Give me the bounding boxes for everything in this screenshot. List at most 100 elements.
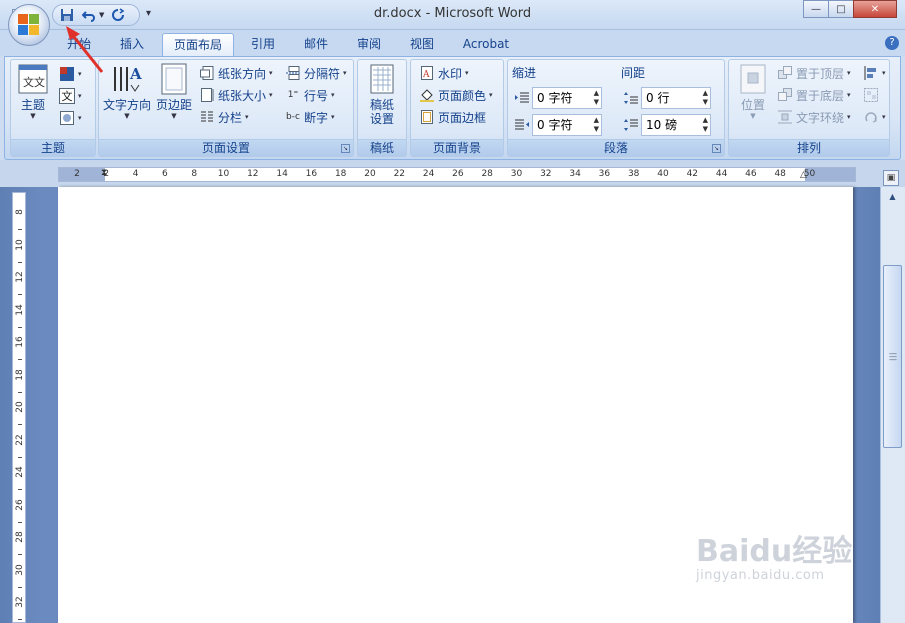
indent-marker-icon[interactable]: ⧗ <box>101 168 107 178</box>
align-icon <box>863 65 879 81</box>
margins-button[interactable]: 页边距 ▼ <box>155 63 193 120</box>
spacing-after-icon <box>623 117 639 133</box>
indent-left-spinner: 0 字符 ▲ ▼ <box>514 87 602 109</box>
group-manuscript: 稿纸 设置 稿纸 <box>357 59 407 157</box>
maximize-button[interactable]: □ <box>828 0 854 18</box>
theme-effects-icon <box>59 110 75 126</box>
send-to-back-button[interactable]: 置于底层 ▾ <box>777 85 851 105</box>
position-button[interactable]: 位置 ▼ <box>733 63 773 120</box>
position-icon <box>737 63 769 95</box>
minimize-button[interactable]: — <box>803 0 829 18</box>
line-numbers-icon: 1⁼ <box>287 90 299 100</box>
ruler-tick: 28 <box>481 169 493 179</box>
tab-view[interactable]: 视图 <box>403 33 441 56</box>
ruler-tick: 16 <box>15 336 25 348</box>
paragraph-dialog-launcher-icon[interactable]: ↘ <box>712 144 721 153</box>
watermark-button[interactable]: A 水印 ▾ <box>419 63 469 83</box>
margins-label: 页边距 <box>155 98 192 112</box>
ruler-tick: 24 <box>422 169 435 179</box>
themes-label: 主题 <box>20 98 45 112</box>
indent-left-icon <box>514 90 530 106</box>
rotate-button[interactable]: ▾ <box>863 107 886 127</box>
ruler-tick: 8 <box>191 169 198 179</box>
ruler-tick: 4 <box>132 169 139 179</box>
window-title: dr.docx - Microsoft Word <box>373 6 532 21</box>
tab-insert[interactable]: 插入 <box>112 33 152 56</box>
office-logo-icon <box>18 14 40 36</box>
group-objects-button[interactable] <box>863 85 879 105</box>
vertical-scrollbar[interactable]: ▲ — — — <box>880 187 905 623</box>
ruler-tick: 16 <box>305 169 318 179</box>
spacing-after-field[interactable]: 10 磅 ▲ ▼ <box>641 114 711 136</box>
theme-fonts-button[interactable]: 文 ▾ <box>59 86 82 106</box>
tab-references[interactable]: 引用 <box>244 33 282 56</box>
ruler-tick: 28 <box>15 531 25 543</box>
size-button[interactable]: 纸张大小 ▾ <box>199 85 273 105</box>
paint-bucket-icon <box>419 87 435 103</box>
right-indent-marker-icon[interactable]: △ <box>800 170 807 180</box>
title-bar: ▼ ▾ dr.docx - Microsoft Word — □ ✕ <box>0 0 905 30</box>
tab-page-layout[interactable]: 页面布局 <box>162 33 234 56</box>
ruler-tick: 42 <box>686 169 699 179</box>
ruler-tick-mark <box>18 554 22 555</box>
manuscript-icon <box>366 63 398 95</box>
orientation-button[interactable]: 纸张方向 ▾ <box>199 63 273 83</box>
ruler-tick: 26 <box>15 498 25 511</box>
align-button[interactable]: ▾ <box>863 63 886 83</box>
ruler-tick: 8 <box>15 209 25 215</box>
ruler-tick: 36 <box>598 169 611 179</box>
spacing-after-spinner: 10 磅 ▲ ▼ <box>623 114 711 136</box>
text-wrapping-button[interactable]: 文字环绕 ▾ <box>777 107 851 127</box>
breaks-button[interactable]: 分隔符 ▾ <box>285 63 347 83</box>
tab-review[interactable]: 审阅 <box>350 33 388 56</box>
indent-right-field[interactable]: 0 字符 ▲ ▼ <box>532 114 602 136</box>
spacing-before-field[interactable]: 0 行 ▲ ▼ <box>641 87 711 109</box>
ruler-tick: 20 <box>15 401 25 413</box>
scroll-up-icon[interactable]: ▲ <box>884 189 901 205</box>
ruler-tick-mark <box>18 521 22 523</box>
ruler-tick: 32 <box>15 596 25 608</box>
indent-heading: 缩进 <box>512 66 537 80</box>
help-icon[interactable]: ? <box>885 36 899 50</box>
ruler-tick: 32 <box>540 169 552 179</box>
hyphenation-button[interactable]: b-c 断字 ▾ <box>285 107 335 127</box>
page-borders-button[interactable]: 页面边框 <box>419 107 486 127</box>
bring-to-front-button[interactable]: 置于顶层 ▾ <box>777 63 851 83</box>
ruler-tick: 40 <box>657 169 669 179</box>
horizontal-ruler[interactable]: 2 2 4 6 8 10 12 14 16 18 20 22 24 26 28 30 32 34 36 38 40 42 4… <box>58 167 856 182</box>
manuscript-settings-button[interactable]: 稿纸 设置 <box>364 63 400 126</box>
ruler-tick: 10 <box>217 169 230 179</box>
ruler-tick-mark <box>18 391 22 393</box>
scrollbar-thumb[interactable]: — — — <box>883 265 902 448</box>
chevron-down-icon: ▼ <box>124 112 130 120</box>
group-page-setup-label: 页面设置 <box>99 139 353 156</box>
watermark-url: jingyan.baidu.com <box>696 568 825 583</box>
grip-icon: — — — <box>889 349 897 364</box>
size-icon <box>199 87 215 103</box>
indent-right-icon <box>514 117 530 133</box>
tab-acrobat[interactable]: Acrobat <box>456 33 516 56</box>
page-color-button[interactable]: 页面颜色 ▾ <box>419 85 493 105</box>
theme-effects-button[interactable]: ▾ <box>59 108 82 128</box>
view-ruler-icon[interactable]: ▣ <box>883 170 899 186</box>
group-objects-icon <box>863 87 879 103</box>
office-button[interactable] <box>8 4 50 46</box>
columns-button[interactable]: 分栏 ▾ <box>199 107 249 127</box>
spinner-arrows-icon: ▲ ▼ <box>702 89 708 106</box>
group-paragraph-label: 段落 <box>508 139 724 156</box>
ruler-tick: 6 <box>162 169 168 179</box>
group-themes-label: 主题 <box>11 139 95 156</box>
columns-icon <box>199 109 215 125</box>
page-setup-dialog-launcher-icon[interactable]: ↘ <box>341 144 350 153</box>
page-borders-icon <box>419 109 435 125</box>
ruler-tick-mark <box>18 424 22 425</box>
ruler-tick-mark <box>18 359 22 360</box>
close-button[interactable]: ✕ <box>853 0 897 18</box>
vertical-ruler[interactable]: 8 10 12 14 16 18 20 22 24 26 28 30 32 <box>12 192 26 623</box>
themes-button[interactable]: 文文 主题 ▼ <box>17 63 49 120</box>
tab-mailings[interactable]: 邮件 <box>297 33 335 56</box>
baidu-watermark: Baidu经验 jingyan.baidu.com <box>696 526 852 583</box>
indent-left-field[interactable]: 0 字符 ▲ ▼ <box>532 87 602 109</box>
ruler-tick: 22 <box>15 433 25 446</box>
line-numbers-button[interactable]: 1⁼ 行号 ▾ <box>285 85 335 105</box>
